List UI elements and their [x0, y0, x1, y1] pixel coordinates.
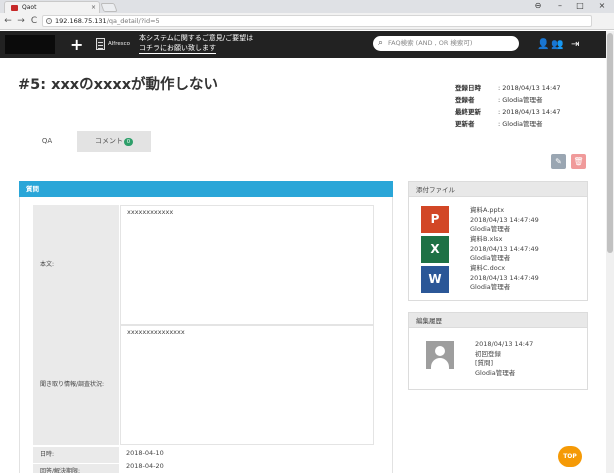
attachment-item[interactable]: 資料A.pptx 2018/04/13 14:47:49 Glodia管理者: [470, 206, 539, 235]
meta-value: : 2018/04/13 14:47: [498, 84, 561, 92]
search-placeholder: FAQ検索 (AND , OR 検索可): [388, 39, 473, 47]
back-to-top-button[interactable]: TOP: [558, 446, 582, 467]
attachment-item[interactable]: 資料C.docx 2018/04/13 14:47:49 Glodia管理者: [470, 264, 539, 293]
app-header: [0, 31, 614, 58]
meta-label: 更新者: [455, 120, 475, 128]
history-target: [質問]: [475, 359, 494, 367]
site-info-icon[interactable]: i: [46, 18, 52, 24]
history-date: 2018/04/13 14:47: [475, 340, 534, 348]
history-action: 初回登録: [475, 349, 501, 358]
meta-value: : 2018/04/13 14:47: [498, 108, 561, 116]
history-heading: 編集履歴: [408, 312, 588, 328]
history-user: Glodia管理者: [475, 368, 516, 377]
logout-icon[interactable]: ⇥: [571, 31, 579, 58]
attachments-heading: 添付ファイル: [408, 181, 588, 197]
field-label-investigation: 聞き取り情報/調査状況:: [33, 325, 119, 445]
alfresco-link[interactable]: Alfresco: [108, 31, 130, 58]
scrollbar-thumb[interactable]: [607, 33, 613, 253]
page-title: #5: xxxのxxxxが動作しない: [18, 77, 219, 93]
meta-value: : Glodia管理者: [498, 96, 543, 104]
address-bar: ← → C i 192.168.75.131/qa_detail/?id=5: [0, 13, 614, 30]
url-text: 192.168.75.131/qa_detail/?id=5: [55, 15, 160, 27]
attachment-owner: Glodia管理者: [470, 225, 511, 233]
forward-icon[interactable]: →: [15, 13, 27, 30]
avatar: [426, 341, 454, 369]
maximize-button[interactable]: □: [572, 0, 588, 11]
field-value-investigation: xxxxxxxxxxxxxxx: [120, 325, 374, 445]
trash-icon: 🗑: [573, 157, 584, 166]
attachment-date: 2018/04/13 14:47:49: [470, 215, 539, 224]
field-value-body: xxxxxxxxxxxx: [120, 205, 374, 325]
url-path: /qa_detail/?id=5: [106, 17, 160, 25]
delete-button[interactable]: 🗑: [571, 154, 586, 169]
attachment-date: 2018/04/13 14:47:49: [470, 244, 539, 253]
question-heading: 質問: [19, 181, 393, 197]
feedback-notice: 本システムに関するご意見/ご要望は: [139, 34, 254, 42]
new-tab-button[interactable]: [100, 3, 118, 12]
field-label-body: 本文:: [33, 205, 119, 325]
field-label-deadline: 回答/解決期限:: [33, 464, 119, 473]
back-icon[interactable]: ←: [2, 13, 14, 30]
attachment-owner: Glodia管理者: [470, 283, 511, 291]
pencil-icon: ✎: [555, 157, 562, 166]
tab-qa[interactable]: QA: [18, 131, 76, 152]
attachment-item[interactable]: 資料B.xlsx 2018/04/13 14:47:49 Glodia管理者: [470, 235, 539, 264]
close-window-button[interactable]: ×: [594, 0, 610, 11]
attachment-name[interactable]: 資料C.docx: [470, 264, 539, 274]
field-value-deadline: 2018-04-20: [120, 462, 374, 473]
search-icon: ⌕: [378, 38, 384, 48]
word-file-icon[interactable]: W: [421, 266, 449, 293]
meta-label: 登録者: [455, 96, 475, 104]
attachment-name[interactable]: 資料B.xlsx: [470, 235, 539, 245]
meta-label: 最終更新: [455, 108, 481, 116]
field-label-date: 日時:: [33, 447, 119, 463]
app-logo[interactable]: [5, 35, 55, 54]
favicon-icon: [11, 5, 18, 11]
comment-count-badge: 0: [124, 138, 133, 146]
reload-icon[interactable]: C: [28, 13, 40, 30]
alfresco-document-icon[interactable]: [96, 38, 105, 50]
field-value-date: 2018-04-10: [120, 447, 374, 463]
browser-tab[interactable]: Qaot ×: [4, 1, 100, 13]
attachment-owner: Glodia管理者: [470, 254, 511, 262]
user-icon[interactable]: 👤: [537, 31, 549, 58]
history-entry: 2018/04/13 14:47 初回登録 [質問] Glodia管理者: [475, 340, 533, 378]
meta-value: : Glodia管理者: [498, 120, 543, 128]
account-icon[interactable]: ⊖: [530, 0, 546, 11]
meta-label: 登録日時: [455, 84, 481, 92]
url-host: 192.168.75.131: [55, 17, 107, 25]
tab-comment-label: コメント: [95, 137, 123, 145]
attachment-name[interactable]: 資料A.pptx: [470, 206, 539, 216]
attachment-date: 2018/04/13 14:47:49: [470, 273, 539, 282]
tab-comment[interactable]: コメント 0: [77, 131, 151, 152]
feedback-link[interactable]: コチラにお願い致します: [139, 43, 216, 54]
group-icon[interactable]: 👥: [551, 31, 563, 58]
powerpoint-file-icon[interactable]: P: [421, 206, 449, 233]
new-question-button[interactable]: +: [70, 31, 83, 58]
excel-file-icon[interactable]: X: [421, 236, 449, 263]
minimize-button[interactable]: –: [552, 0, 568, 11]
edit-button[interactable]: ✎: [551, 154, 566, 169]
